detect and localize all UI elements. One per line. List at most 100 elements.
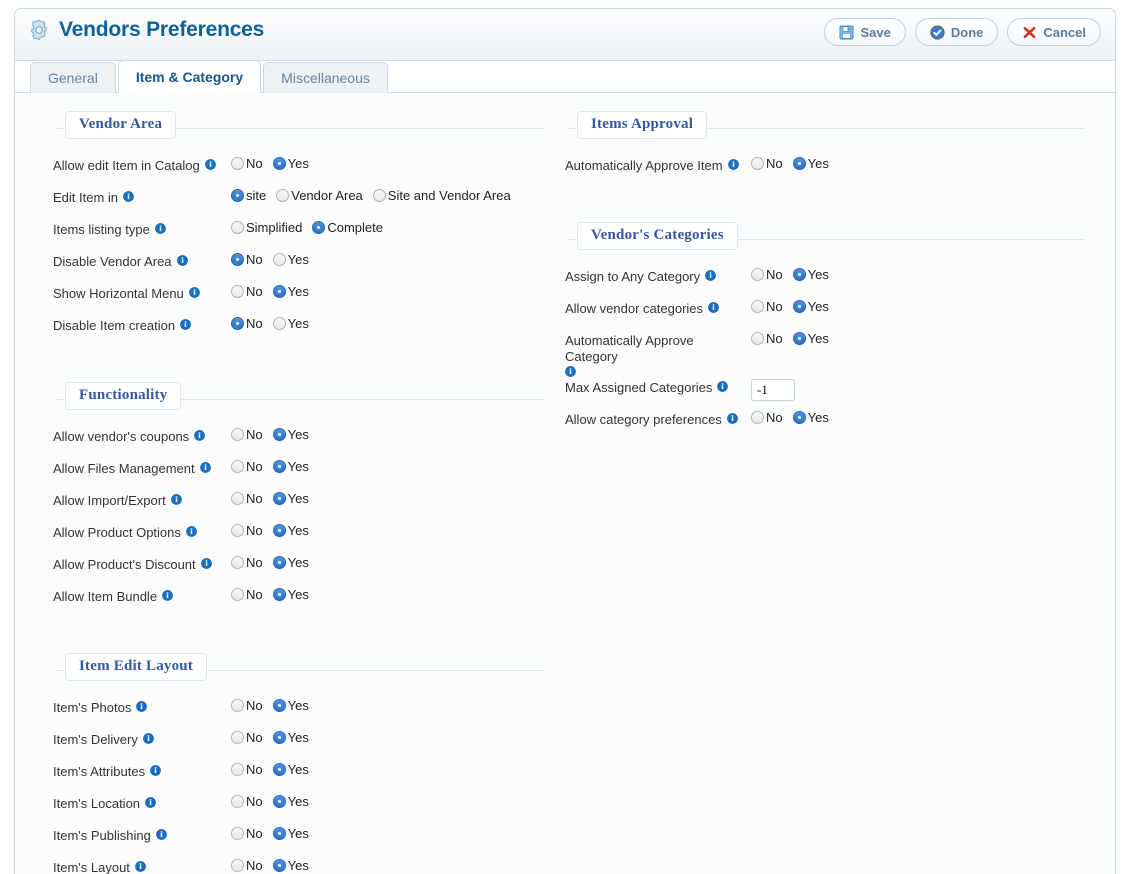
radio-selected[interactable]	[792, 157, 806, 170]
radio-option[interactable]: Yes	[272, 156, 309, 171]
info-icon[interactable]	[727, 158, 739, 170]
radio-option[interactable]: Yes	[272, 523, 309, 538]
radio-option[interactable]: No	[751, 267, 783, 282]
radio-unselected[interactable]	[276, 189, 290, 202]
radio-unselected[interactable]	[272, 253, 286, 266]
radio-unselected[interactable]	[231, 524, 244, 537]
radio-selected[interactable]	[272, 492, 286, 505]
radio-unselected[interactable]	[231, 763, 244, 776]
radio-option[interactable]: No	[231, 316, 263, 331]
info-icon[interactable]	[705, 269, 716, 281]
radio-unselected[interactable]	[231, 588, 244, 601]
radio-unselected[interactable]	[231, 827, 244, 840]
radio-unselected[interactable]	[231, 492, 244, 505]
radio-option[interactable]: Yes	[272, 555, 309, 570]
info-icon[interactable]	[200, 557, 212, 569]
radio-option[interactable]: No	[231, 826, 263, 841]
radio-selected[interactable]	[272, 428, 286, 441]
radio-option[interactable]: Yes	[272, 730, 309, 745]
info-icon[interactable]	[176, 254, 188, 266]
radio-unselected[interactable]	[231, 859, 244, 872]
radio-option[interactable]: Yes	[272, 762, 309, 777]
radio-option[interactable]: No	[231, 459, 263, 474]
radio-option[interactable]: Yes	[272, 427, 309, 442]
info-icon[interactable]	[194, 429, 205, 441]
save-button[interactable]: Save	[824, 18, 906, 46]
radio-option[interactable]: No	[231, 794, 263, 809]
info-icon[interactable]	[717, 380, 729, 392]
radio-selected[interactable]	[272, 524, 286, 537]
radio-selected[interactable]	[272, 699, 286, 712]
radio-option[interactable]: No	[231, 555, 263, 570]
radio-option[interactable]: Complete	[312, 220, 383, 235]
radio-option[interactable]: No	[231, 252, 263, 267]
info-icon[interactable]	[145, 796, 156, 808]
radio-option[interactable]: Yes	[272, 858, 309, 873]
radio-unselected[interactable]	[751, 300, 764, 313]
radio-selected[interactable]	[272, 285, 286, 298]
cancel-button[interactable]: Cancel	[1007, 18, 1101, 46]
tab-item-category[interactable]: Item & Category	[117, 60, 262, 94]
radio-selected[interactable]	[272, 827, 286, 840]
radio-option[interactable]: Yes	[272, 284, 309, 299]
radio-option[interactable]: Yes	[272, 794, 309, 809]
info-icon[interactable]	[170, 493, 182, 505]
radio-unselected[interactable]	[231, 285, 244, 298]
radio-option[interactable]: site	[231, 188, 266, 203]
radio-selected[interactable]	[792, 268, 806, 281]
radio-option[interactable]: No	[231, 156, 263, 171]
radio-unselected[interactable]	[231, 157, 244, 170]
max-assigned-categories-input[interactable]	[751, 379, 795, 401]
radio-option[interactable]: Yes	[792, 299, 829, 314]
done-button[interactable]: Done	[914, 18, 999, 46]
radio-unselected[interactable]	[231, 221, 244, 234]
radio-option[interactable]: No	[231, 587, 263, 602]
radio-selected[interactable]	[231, 317, 244, 330]
radio-option[interactable]: Yes	[272, 826, 309, 841]
info-icon[interactable]	[162, 589, 173, 601]
radio-option[interactable]: No	[231, 762, 263, 777]
info-icon[interactable]	[136, 700, 148, 712]
radio-option[interactable]: Vendor Area	[276, 188, 363, 203]
radio-unselected[interactable]	[231, 428, 244, 441]
radio-unselected[interactable]	[272, 317, 286, 330]
radio-unselected[interactable]	[751, 332, 764, 345]
radio-selected[interactable]	[272, 763, 286, 776]
radio-selected[interactable]	[792, 332, 806, 345]
radio-option[interactable]: No	[231, 523, 263, 538]
radio-option[interactable]: Yes	[792, 331, 829, 346]
radio-selected[interactable]	[272, 556, 286, 569]
radio-selected[interactable]	[792, 411, 806, 424]
radio-option[interactable]: No	[231, 730, 263, 745]
radio-selected[interactable]	[272, 460, 286, 473]
radio-option[interactable]: Yes	[792, 410, 829, 425]
radio-option[interactable]: Yes	[792, 267, 829, 282]
radio-selected[interactable]	[272, 731, 286, 744]
radio-option[interactable]: Yes	[272, 252, 309, 267]
radio-option[interactable]: No	[231, 858, 263, 873]
radio-option[interactable]: No	[231, 491, 263, 506]
radio-option[interactable]: No	[751, 410, 783, 425]
info-icon[interactable]	[726, 412, 738, 424]
radio-unselected[interactable]	[231, 460, 244, 473]
radio-unselected[interactable]	[372, 189, 386, 202]
info-icon[interactable]	[156, 828, 167, 840]
radio-unselected[interactable]	[751, 411, 764, 424]
radio-unselected[interactable]	[231, 795, 244, 808]
info-icon[interactable]	[180, 318, 191, 330]
radio-unselected[interactable]	[231, 699, 244, 712]
tab-general[interactable]: General	[30, 62, 116, 93]
radio-option[interactable]: Yes	[272, 459, 309, 474]
radio-option[interactable]: No	[231, 698, 263, 713]
radio-option[interactable]: No	[751, 299, 783, 314]
radio-selected[interactable]	[792, 300, 806, 313]
radio-selected[interactable]	[312, 221, 326, 234]
radio-selected[interactable]	[272, 795, 286, 808]
radio-unselected[interactable]	[751, 268, 764, 281]
info-icon[interactable]	[155, 222, 166, 234]
info-icon[interactable]	[150, 764, 161, 776]
radio-option[interactable]: Yes	[272, 316, 309, 331]
radio-option[interactable]: Yes	[272, 587, 309, 602]
radio-selected[interactable]	[272, 157, 286, 170]
info-icon[interactable]	[123, 190, 134, 202]
